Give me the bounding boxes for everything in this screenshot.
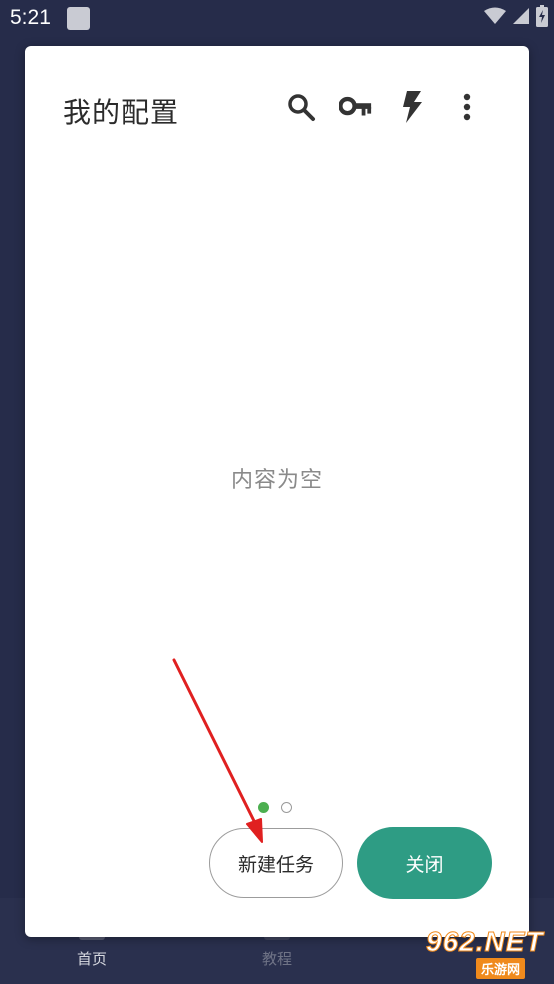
empty-state-message: 内容为空 [230, 468, 323, 493]
config-dialog: 我的配置 内容为空 新建任务 关闭 [25, 46, 529, 937]
battery-charging-icon [536, 5, 548, 31]
watermark-brand: 962.NET [426, 926, 544, 958]
signal-icon [512, 7, 530, 29]
wifi-icon [484, 7, 506, 29]
search-icon[interactable] [284, 90, 318, 124]
pager-dot-active[interactable] [258, 802, 269, 813]
status-bar: 5:21 [0, 0, 554, 38]
watermark-logo: 962.NET 乐游网 [412, 926, 550, 980]
close-button[interactable]: 关闭 [357, 827, 492, 899]
status-time: 5:21 [10, 6, 51, 29]
watermark-sub: 乐游网 [476, 958, 526, 979]
nav-item-label: 教程 [261, 950, 292, 968]
notification-square-icon [67, 7, 90, 30]
new-task-button[interactable]: 新建任务 [209, 828, 343, 898]
status-icons [484, 5, 548, 31]
key-icon[interactable] [339, 90, 373, 124]
flash-icon[interactable] [395, 90, 429, 124]
dialog-title: 我的配置 [63, 96, 180, 129]
pager-dot[interactable] [281, 802, 292, 813]
nav-item-label: 首页 [76, 950, 107, 968]
screen: 5:21 首页 教程 我的配置 内容为空 新建任务 关闭 962.NET 乐游网 [0, 0, 554, 984]
pager-indicator [258, 802, 292, 813]
more-vert-icon[interactable] [450, 90, 484, 124]
